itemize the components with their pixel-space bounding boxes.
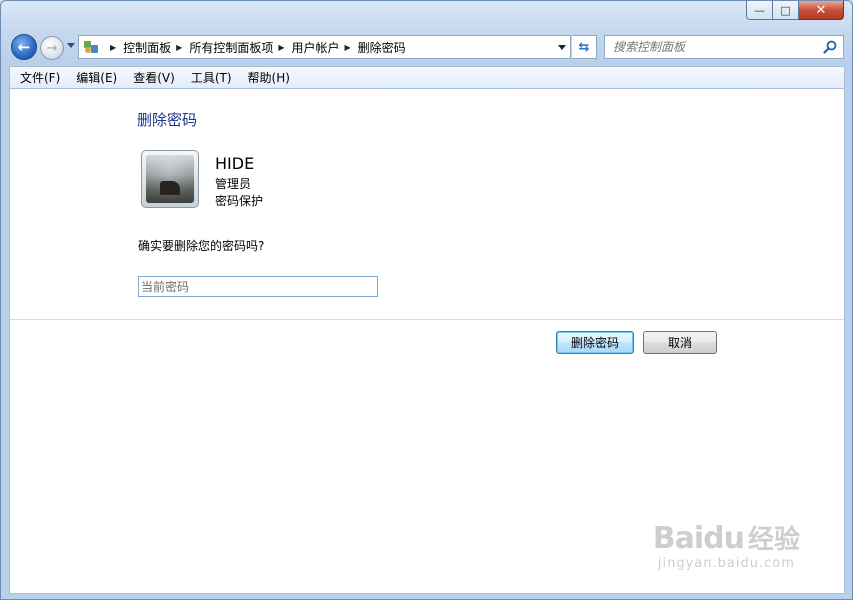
back-button[interactable]: ← <box>11 34 37 60</box>
forward-button[interactable]: → <box>40 36 64 60</box>
menu-view[interactable]: 查看(V) <box>127 69 181 86</box>
breadcrumb-remove-password[interactable]: 删除密码 <box>358 39 406 56</box>
user-password-status: 密码保护 <box>215 194 264 208</box>
close-button[interactable]: ✕ <box>799 1 844 20</box>
watermark-url: jingyan.baidu.com <box>657 556 795 571</box>
user-name: HIDE <box>215 154 255 173</box>
menu-help[interactable]: 帮助(H) <box>242 69 296 86</box>
cancel-button[interactable]: 取消 <box>643 331 717 354</box>
navigation-bar: ← → ▶ 控制面板 ▶ 所有控制面板项 ▶ 用户帐户 ▶ 删除密码 ⇆ 搜索控… <box>1 31 852 63</box>
minimize-button[interactable]: — <box>746 1 773 20</box>
breadcrumb-user-accounts[interactable]: 用户帐户 <box>292 39 340 56</box>
menu-bar: 文件(F) 编辑(E) 查看(V) 工具(T) 帮助(H) <box>9 66 845 88</box>
breadcrumb-separator-icon: ▶ <box>278 42 285 52</box>
address-bar[interactable]: ▶ 控制面板 ▶ 所有控制面板项 ▶ 用户帐户 ▶ 删除密码 <box>78 35 571 59</box>
recent-pages-dropdown-icon[interactable] <box>67 43 75 48</box>
divider <box>10 319 844 320</box>
control-panel-icon <box>83 39 99 55</box>
current-password-field[interactable] <box>138 276 378 297</box>
menu-file[interactable]: 文件(F) <box>14 69 66 86</box>
refresh-icon: ⇆ <box>578 39 590 55</box>
refresh-button[interactable]: ⇆ <box>572 35 597 59</box>
search-icon[interactable] <box>823 40 837 54</box>
breadcrumb-separator-icon: ▶ <box>176 42 183 52</box>
watermark: Baidu 经验 jingyan.baidu.com <box>653 519 800 571</box>
address-dropdown-icon[interactable] <box>558 45 566 50</box>
control-panel-window: — □ ✕ ← → ▶ 控制面板 ▶ 所有控制面板项 ▶ 用户帐户 ▶ 删除密码… <box>0 0 853 600</box>
confirm-question: 确实要删除您的密码吗? <box>138 239 265 253</box>
menu-edit[interactable]: 编辑(E) <box>70 69 123 86</box>
breadcrumb-control-panel[interactable]: 控制面板 <box>123 39 171 56</box>
forward-arrow-icon: → <box>46 40 58 56</box>
search-box[interactable] <box>604 35 844 59</box>
page-title: 删除密码 <box>137 111 198 129</box>
content-pane: 删除密码 HIDE 管理员 密码保护 确实要删除您的密码吗? 删除密码 取消 B… <box>9 88 845 594</box>
breadcrumb-all-items[interactable]: 所有控制面板项 <box>189 39 273 56</box>
breadcrumb-separator-icon: ▶ <box>110 42 117 52</box>
user-role: 管理员 <box>215 177 252 191</box>
remove-password-button[interactable]: 删除密码 <box>556 331 634 354</box>
watermark-cn: 经验 <box>747 525 800 555</box>
user-picture-icon <box>146 155 194 203</box>
avatar <box>141 150 199 208</box>
back-arrow-icon: ← <box>17 38 31 56</box>
breadcrumb-separator-icon: ▶ <box>344 42 351 52</box>
caption-buttons: — □ ✕ <box>746 1 844 20</box>
menu-tools[interactable]: 工具(T) <box>185 69 238 86</box>
search-input[interactable] <box>613 40 818 54</box>
maximize-button[interactable]: □ <box>773 1 799 20</box>
watermark-logo: Baidu <box>652 521 745 556</box>
